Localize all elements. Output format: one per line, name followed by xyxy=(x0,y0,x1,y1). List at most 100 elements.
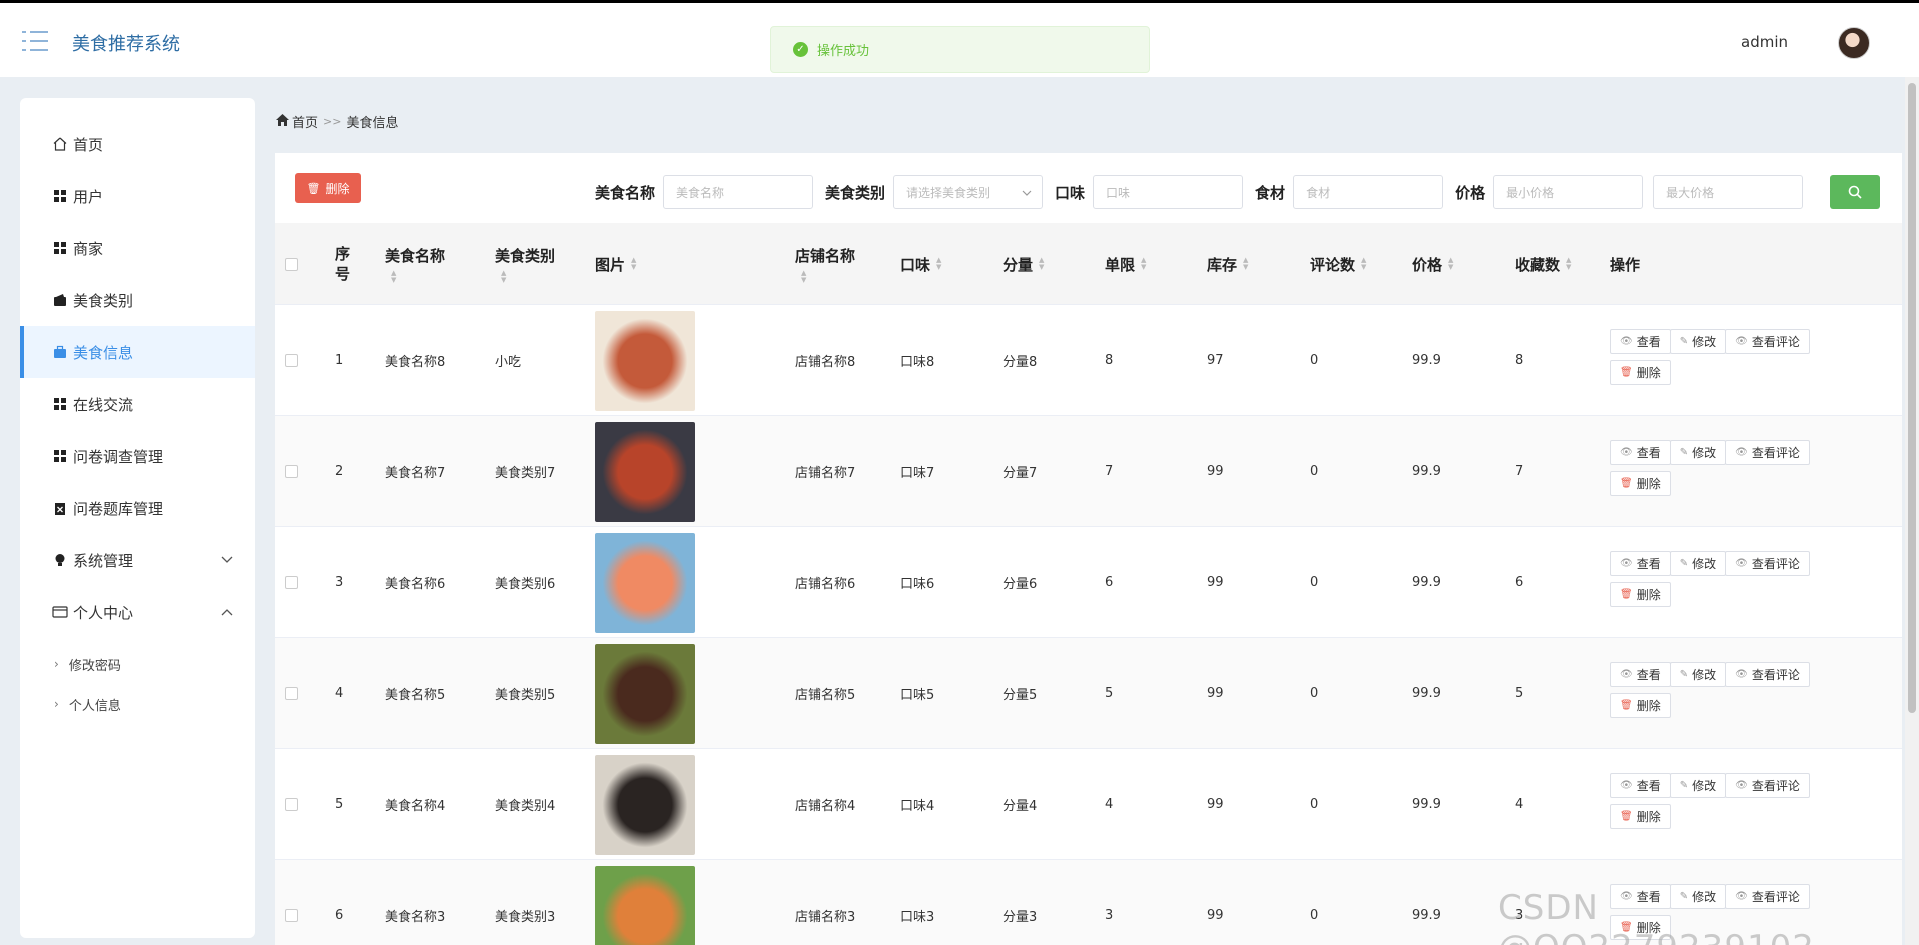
row-checkbox[interactable] xyxy=(285,687,298,700)
sidebar-subitem-1[interactable]: › 个人信息 xyxy=(20,684,255,724)
sidebar-item-7[interactable]: 问卷题库管理 xyxy=(20,482,255,534)
sidebar-item-1[interactable]: 用户 xyxy=(20,170,255,222)
table-row[interactable]: 2 美食名称7 美食类别7 店铺名称7 口味7 分量7 7 99 0 99.9 7 👁 查看 ✎ 修改 👁 查看… xyxy=(275,416,1902,527)
delete-label: 删除 xyxy=(1636,477,1661,491)
food-image[interactable] xyxy=(595,310,695,411)
food-image[interactable] xyxy=(595,865,695,945)
food-image[interactable] xyxy=(595,421,695,522)
cell-comments: 0 xyxy=(1310,575,1319,590)
view-comments-button[interactable]: 👁 查看评论 xyxy=(1725,329,1810,354)
sidebar-item-6[interactable]: 问卷调查管理 xyxy=(20,430,255,482)
sidebar-item-8[interactable]: 系统管理 xyxy=(20,534,255,586)
sort-icon[interactable]: ▲ ▼ xyxy=(1141,257,1146,271)
filter-input[interactable]: 食材 xyxy=(1293,175,1444,209)
delete-button[interactable]: 🗑 删除 xyxy=(1610,693,1671,718)
cell-price: 99.9 xyxy=(1412,797,1441,812)
sort-icon[interactable]: ▲ ▼ xyxy=(1448,257,1453,271)
row-checkbox[interactable] xyxy=(285,798,298,811)
table-row[interactable]: 3 美食名称6 美食类别6 店铺名称6 口味6 分量6 6 99 0 99.9 6 👁 查看 ✎ 修改 👁 查看… xyxy=(275,527,1902,638)
delete-button[interactable]: 🗑 删除 xyxy=(1610,471,1671,496)
table-row[interactable]: 5 美食名称4 美食类别4 店铺名称4 口味4 分量4 4 99 0 99.9 4 👁 查看 ✎ 修改 👁 查看… xyxy=(275,749,1902,860)
view-comments-button[interactable]: 👁 查看评论 xyxy=(1725,662,1810,687)
sort-icon[interactable]: ▲ ▼ xyxy=(1039,257,1044,271)
page-scrollbar[interactable] xyxy=(1905,77,1919,945)
row-checkbox[interactable] xyxy=(285,354,298,367)
view-comments-button[interactable]: 👁 查看评论 xyxy=(1725,440,1810,465)
edit-icon: ✎ xyxy=(1679,336,1689,347)
edit-button[interactable]: ✎ 修改 xyxy=(1669,440,1727,465)
sort-icon[interactable]: ▲ ▼ xyxy=(801,269,806,284)
sort-icon[interactable]: ▲ ▼ xyxy=(501,269,506,284)
column-header[interactable]: 美食名称 ▲ ▼ xyxy=(385,223,445,305)
user-name[interactable]: admin xyxy=(1741,33,1788,51)
cell-limit: 4 xyxy=(1105,797,1114,812)
edit-button[interactable]: ✎ 修改 xyxy=(1669,551,1727,576)
row-actions: 👁 查看 ✎ 修改 👁 查看评论 🗑 删除 xyxy=(1610,329,1840,391)
breadcrumb-home[interactable]: 首页 xyxy=(292,112,318,131)
avatar[interactable] xyxy=(1838,27,1870,59)
sort-icon[interactable]: ▲ ▼ xyxy=(391,269,396,284)
view-comments-button[interactable]: 👁 查看评论 xyxy=(1725,551,1810,576)
view-button[interactable]: 👁 查看 xyxy=(1610,662,1671,687)
view-button[interactable]: 👁 查看 xyxy=(1610,551,1671,576)
scrollbar-thumb[interactable] xyxy=(1908,83,1916,713)
column-header[interactable]: 收藏数 ▲ ▼ xyxy=(1515,223,1571,305)
food-image-cell xyxy=(595,527,695,638)
sidebar-item-5[interactable]: 在线交流 xyxy=(20,378,255,430)
delete-button[interactable]: 🗑 删除 xyxy=(1610,804,1671,829)
cell-shop: 店铺名称7 xyxy=(795,466,856,481)
view-button[interactable]: 👁 查看 xyxy=(1610,329,1671,354)
column-header[interactable]: 库存 ▲ ▼ xyxy=(1207,223,1248,305)
filter-input[interactable]: 最大价格 xyxy=(1653,175,1804,209)
sort-icon[interactable]: ▲ ▼ xyxy=(631,257,636,271)
sort-icon[interactable]: ▲ ▼ xyxy=(1566,257,1571,271)
cell-taste: 口味7 xyxy=(900,466,935,481)
row-checkbox[interactable] xyxy=(285,465,298,478)
sort-icon[interactable]: ▲ ▼ xyxy=(1243,257,1248,271)
row-checkbox-cell xyxy=(285,638,298,749)
search-button[interactable] xyxy=(1830,175,1880,209)
sidebar-subitem-0[interactable]: › 修改密码 xyxy=(20,644,255,684)
sort-icon[interactable]: ▲ ▼ xyxy=(936,257,941,271)
edit-button[interactable]: ✎ 修改 xyxy=(1669,773,1727,798)
edit-button[interactable]: ✎ 修改 xyxy=(1669,662,1727,687)
filter-input[interactable]: 最小价格 xyxy=(1493,175,1644,209)
table-row[interactable]: 4 美食名称5 美食类别5 店铺名称5 口味5 分量5 5 99 0 99.9 5 👁 查看 ✎ 修改 👁 查看… xyxy=(275,638,1902,749)
column-header[interactable]: 口味 ▲ ▼ xyxy=(900,223,941,305)
food-image[interactable] xyxy=(595,643,695,744)
view-button[interactable]: 👁 查看 xyxy=(1610,773,1671,798)
view-button[interactable]: 👁 查看 xyxy=(1610,440,1671,465)
column-header[interactable]: 单限 ▲ ▼ xyxy=(1105,223,1146,305)
batch-delete-button[interactable]: 🗑 删除 xyxy=(295,173,361,203)
column-header[interactable]: 店铺名称 ▲ ▼ xyxy=(795,223,855,305)
food-image-cell xyxy=(595,416,695,527)
column-header[interactable]: 价格 ▲ ▼ xyxy=(1412,223,1453,305)
table-row[interactable]: 1 美食名称8 小吃 店铺名称8 口味8 分量8 8 97 0 99.9 8 👁 查看 ✎ 修改 👁 查看评论 🗑… xyxy=(275,305,1902,416)
food-image[interactable] xyxy=(595,754,695,855)
column-header[interactable]: 美食类别 ▲ ▼ xyxy=(495,223,555,305)
chevron-right-icon: › xyxy=(54,697,59,711)
cell-shop: 店铺名称8 xyxy=(795,355,856,370)
sidebar-item-label: 个人中心 xyxy=(73,603,134,622)
column-header[interactable]: 图片 ▲ ▼ xyxy=(595,223,636,305)
column-header[interactable]: 分量 ▲ ▼ xyxy=(1003,223,1044,305)
sidebar-item-2[interactable]: 商家 xyxy=(20,222,255,274)
edit-button[interactable]: ✎ 修改 xyxy=(1669,329,1727,354)
sidebar-item-0[interactable]: 首页 xyxy=(20,118,255,170)
sidebar-item-3[interactable]: 美食类别 xyxy=(20,274,255,326)
sort-icon[interactable]: ▲ ▼ xyxy=(1361,257,1366,271)
category-select[interactable]: 请选择美食类别 xyxy=(893,175,1044,209)
view-comments-button[interactable]: 👁 查看评论 xyxy=(1725,773,1810,798)
sidebar-item-9[interactable]: 个人中心 xyxy=(20,586,255,638)
food-image[interactable] xyxy=(595,532,695,633)
column-header[interactable]: 评论数 ▲ ▼ xyxy=(1310,223,1366,305)
delete-button[interactable]: 🗑 删除 xyxy=(1610,582,1671,607)
sidebar-item-4[interactable]: 美食信息 xyxy=(20,326,255,378)
menu-toggle-icon[interactable] xyxy=(22,31,48,53)
filter-input[interactable]: 口味 xyxy=(1093,175,1244,209)
filter-input[interactable]: 美食名称 xyxy=(663,175,814,209)
select-all-checkbox[interactable] xyxy=(285,257,298,271)
row-checkbox[interactable] xyxy=(285,909,298,922)
row-checkbox[interactable] xyxy=(285,576,298,589)
delete-button[interactable]: 🗑 删除 xyxy=(1610,360,1671,385)
